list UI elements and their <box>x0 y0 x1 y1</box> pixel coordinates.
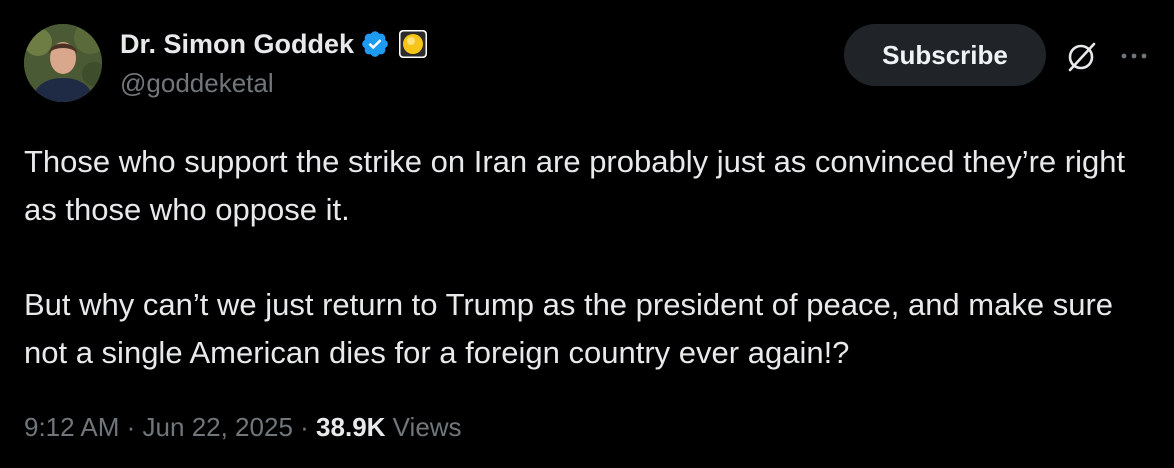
tweet-meta: 9:12 AM · Jun 22, 2025 · 38.9K Views <box>24 412 462 443</box>
views-count[interactable]: 38.9K <box>316 412 385 442</box>
tweet-card: Dr. Simon Goddek @goddeketal Subscribe T… <box>0 0 1174 468</box>
tweet-time[interactable]: 9:12 AM <box>24 412 119 442</box>
author-name-row: Dr. Simon Goddek <box>120 26 428 62</box>
tweet-paragraph: But why can’t we just return to Trump as… <box>24 287 1114 370</box>
tweet-paragraph: Those who support the strike on Iran are… <box>24 144 1126 227</box>
author-display-name[interactable]: Dr. Simon Goddek <box>120 29 354 60</box>
author-handle[interactable]: @goddeketal <box>120 68 274 99</box>
meta-separator: · <box>126 412 136 442</box>
grok-icon[interactable] <box>1064 40 1098 74</box>
more-options-icon[interactable] <box>1116 44 1152 68</box>
verified-checkmark-icon[interactable] <box>360 29 390 59</box>
views-label: Views <box>392 412 462 442</box>
tweet-text: Those who support the strike on Iran are… <box>24 138 1144 377</box>
subscribe-button[interactable]: Subscribe <box>844 24 1046 86</box>
gold-badge-icon[interactable] <box>398 29 428 59</box>
avatar[interactable] <box>24 24 102 102</box>
tweet-date[interactable]: Jun 22, 2025 <box>143 412 293 442</box>
meta-separator: · <box>300 412 309 442</box>
profile-photo-icon <box>24 24 102 102</box>
